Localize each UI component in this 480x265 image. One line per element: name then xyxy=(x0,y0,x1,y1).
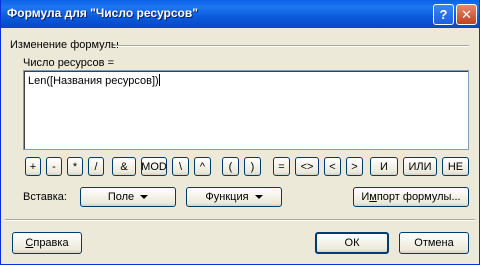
operator-not-button[interactable]: НЕ xyxy=(442,157,469,176)
cancel-button-label: Отмена xyxy=(414,237,454,249)
operator-less-than-button[interactable]: < xyxy=(324,157,341,176)
operator-power-button[interactable]: ^ xyxy=(194,157,211,176)
operator-or-button[interactable]: ИЛИ xyxy=(403,157,437,176)
operator-plus-button[interactable]: + xyxy=(25,157,41,176)
operator-open-paren-button[interactable]: ( xyxy=(222,157,239,176)
operator-mod-button[interactable]: MOD xyxy=(141,157,167,176)
group-divider xyxy=(113,45,469,47)
operator-and-button[interactable]: И xyxy=(370,157,398,176)
dialog-title: Формула для "Число ресурсов" xyxy=(7,6,198,20)
operator-divide-button[interactable]: / xyxy=(88,157,104,176)
help-button[interactable]: Справка xyxy=(12,232,82,254)
operator-ampersand-button[interactable]: & xyxy=(112,157,136,176)
import-formula-button[interactable]: Импорт формулы... xyxy=(353,187,469,207)
import-button-label: Импорт формулы... xyxy=(361,191,461,203)
edit-formula-group-label: Изменение формулы xyxy=(10,39,119,51)
formula-editor[interactable]: Len([Названия ресурсов]) xyxy=(23,70,469,150)
ok-button-label: ОК xyxy=(344,237,360,249)
close-icon[interactable]: ✕ xyxy=(456,4,477,25)
footer-divider xyxy=(5,219,475,221)
cancel-button[interactable]: Отмена xyxy=(399,232,469,254)
title-bar: Формула для "Число ресурсов" ? ✕ xyxy=(1,0,479,28)
field-dropdown-button[interactable]: Поле xyxy=(80,187,176,207)
ok-button[interactable]: ОК xyxy=(315,232,389,254)
function-dropdown-button[interactable]: Функция xyxy=(186,187,282,207)
operator-multiply-button[interactable]: * xyxy=(67,157,83,176)
operator-equals-button[interactable]: = xyxy=(273,157,290,176)
dropdown-arrow-icon xyxy=(140,195,149,199)
field-button-label: Поле xyxy=(107,191,135,203)
formula-text: Len([Названия ресурсов]) xyxy=(28,75,159,87)
formula-dialog: Формула для "Число ресурсов" ? ✕ Изменен… xyxy=(0,0,480,265)
insert-label: Вставка: xyxy=(23,191,67,203)
operator-int-divide-button[interactable]: \ xyxy=(172,157,189,176)
operator-close-paren-button[interactable]: ) xyxy=(244,157,261,176)
text-caret xyxy=(158,74,160,86)
help-button-label: Справка xyxy=(25,237,69,249)
function-button-label: Функция xyxy=(205,191,249,203)
help-icon[interactable]: ? xyxy=(433,4,454,25)
dropdown-arrow-icon xyxy=(254,195,263,199)
operator-minus-button[interactable]: - xyxy=(46,157,62,176)
field-name-label: Число ресурсов = xyxy=(23,57,114,69)
operator-not-equal-button[interactable]: <> xyxy=(295,157,319,176)
operator-greater-than-button[interactable]: > xyxy=(346,157,363,176)
